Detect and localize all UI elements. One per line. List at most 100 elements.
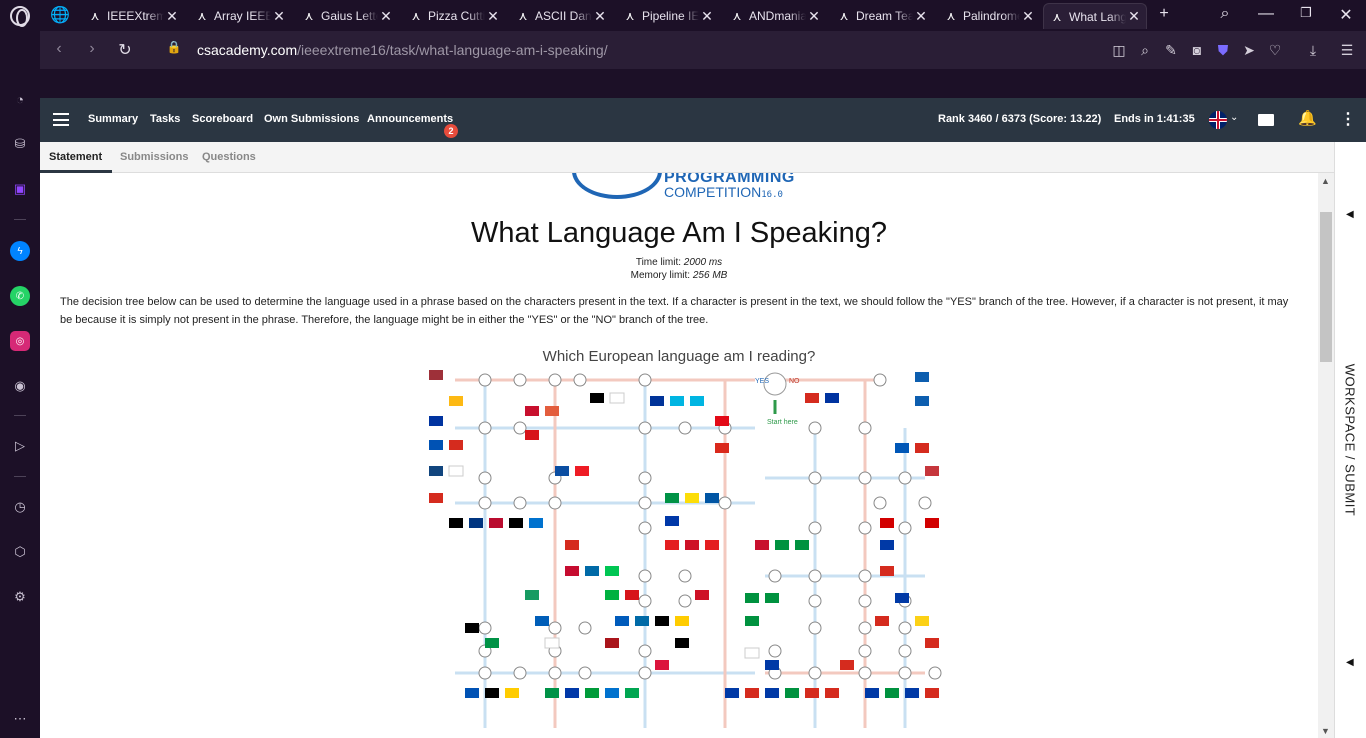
menu-icon[interactable] [53,113,69,126]
close-tab-icon[interactable]: ✕ [485,8,501,25]
character-nodes [478,373,942,680]
close-tab-icon[interactable]: ✕ [1020,8,1036,25]
close-tab-icon[interactable]: ✕ [592,8,608,25]
svg-text:NO: NO [789,378,800,385]
vpn-shield-icon[interactable]: ⛊ [1214,41,1232,59]
instagram-icon[interactable]: ◎ [10,331,30,351]
sidebar-divider [14,219,26,220]
scrollbar-thumb[interactable] [1320,212,1332,362]
ieeextreme-logo [572,173,662,199]
tab-active[interactable]: ⋏ What Language ✕ [1043,3,1147,29]
csacademy-icon: ⋏ [411,9,421,23]
tab[interactable]: ⋏ IEEEXtreme ✕ [82,3,184,29]
whatsapp-icon[interactable]: ✆ [10,286,30,306]
tab-statement[interactable]: Statement [49,151,102,163]
problem-statement: PROGRAMMING COMPETITION16.0 What Languag… [40,173,1318,738]
reader-mode-icon[interactable]: ◫ [1110,41,1128,59]
page-title: What Language Am I Speaking? [471,217,887,249]
messenger-icon[interactable]: ϟ [10,241,30,261]
csacademy-icon: ⋏ [304,9,314,23]
scroll-up-icon[interactable]: ▲ [1321,176,1330,186]
sidebar-divider [14,476,26,477]
tab[interactable]: ⋏ Gaius Letters ✕ [296,3,398,29]
language-flag-icon[interactable] [1209,111,1227,129]
browser-sidebar: ◔ ⛁ ▣ ϟ ✆ ◎ ◉ ▷ ◷ ⬡ ⚙ ⋯ [0,31,40,738]
close-tab-icon[interactable]: ✕ [164,8,180,25]
player-icon[interactable]: ▷ [10,436,30,456]
discord-icon[interactable]: ◉ [10,376,30,396]
window-close-icon[interactable]: ✕ [1336,5,1356,25]
close-tab-icon[interactable]: ✕ [1126,8,1142,25]
nav-announcements[interactable]: Announcements [367,113,453,125]
more-dots-icon[interactable]: ⋯ [10,709,30,729]
nav-tasks[interactable]: Tasks [150,113,180,125]
globe-icon[interactable]: 🌐 [50,5,70,25]
close-tab-icon[interactable]: ✕ [913,8,929,25]
tab[interactable]: ⋏ ANDmania ✕ [724,3,826,29]
minimize-icon[interactable]: — [1256,5,1276,23]
memory-limit: Memory limit: 256 MB [630,270,728,281]
csacademy-icon: ⋏ [946,9,956,23]
scroll-down-icon[interactable]: ▼ [1321,726,1330,736]
nav-own-submissions[interactable]: Own Submissions [264,113,359,125]
csacademy-icon: ⋏ [518,9,528,23]
tab[interactable]: ⋏ Pipeline IEEE ✕ [617,3,719,29]
svg-text:YES: YES [755,378,769,385]
edit-icon[interactable]: ✎ [1162,41,1180,59]
more-options-icon[interactable]: ⋮ [1340,109,1356,129]
search-tabs-icon[interactable]: ⌕ [1215,5,1235,23]
tab[interactable]: ⋏ Dream Team ✕ [831,3,933,29]
lock-icon: 🔒 [166,40,182,54]
send-icon[interactable]: ➤ [1240,41,1258,59]
reload-icon[interactable]: ↻ [115,40,135,60]
extensions-cube-icon[interactable]: ⬡ [10,542,30,562]
easy-setup-icon[interactable]: ☰ [1338,41,1356,59]
csacademy-icon: ⋏ [625,9,635,23]
statement-text: The decision tree below can be used to d… [60,296,1289,326]
collapse-arrow-icon[interactable]: ◀ [1346,209,1354,220]
contest-timer: Ends in 1:41:35 [1114,113,1195,125]
messages-envelope-icon[interactable] [1258,114,1274,126]
svg-text:Start here: Start here [767,419,798,426]
tab-questions[interactable]: Questions [202,151,256,163]
chevron-down-icon[interactable]: ⌄ [1230,112,1238,123]
opera-logo-icon[interactable] [10,6,30,27]
back-icon[interactable]: ‹ [49,40,69,58]
shopping-icon[interactable]: ⛁ [10,134,30,154]
nav-scoreboard[interactable]: Scoreboard [192,113,253,125]
heart-icon[interactable]: ♡ [1266,41,1284,59]
snapshot-camera-icon[interactable]: ◙ [1188,41,1206,59]
tab-submissions[interactable]: Submissions [120,151,188,163]
close-tab-icon[interactable]: ✕ [378,8,394,25]
workspace-submit-label[interactable]: WORKSPACE / SUBMIT [1343,364,1358,517]
tree-title: Which European language am I reading? [542,348,816,365]
tab[interactable]: ⋏ Array IEEE ✕ [189,3,291,29]
tab[interactable]: ⋏ Pizza Cutting ✕ [403,3,505,29]
announcements-badge: 2 [444,124,458,138]
notifications-bell-icon[interactable]: 🔔 [1298,109,1317,127]
forward-icon[interactable]: › [82,40,102,58]
download-icon[interactable]: ⤓ [1304,41,1322,59]
speed-dial-icon[interactable]: ◔ [10,89,30,109]
settings-gear-icon[interactable]: ⚙ [10,587,30,607]
expand-arrow-icon[interactable]: ◀ [1346,657,1354,668]
close-tab-icon[interactable]: ✕ [271,8,287,25]
csacademy-icon: ⋏ [90,9,100,23]
logo-subtext: COMPETITION16.0 [664,184,783,200]
tab[interactable]: ⋏ Palindrome ✕ [938,3,1040,29]
rank-status: Rank 3460 / 6373 (Score: 13.22) [938,113,1102,125]
csacademy-icon: ⋏ [1052,9,1062,24]
new-tab-icon[interactable]: + [1154,5,1174,23]
twitch-icon[interactable]: ▣ [10,179,30,199]
csacademy-icon: ⋏ [839,9,849,23]
language-decision-tree-image: YES NO Start here [429,370,942,728]
close-tab-icon[interactable]: ✕ [806,8,822,25]
tab[interactable]: ⋏ ASCII Dance ✕ [510,3,612,29]
nav-summary[interactable]: Summary [88,113,138,125]
browser-tab-bar: 🌐 ⋏ IEEEXtreme ✕ ⋏ Array IEEE ✕ ⋏ Gaius … [0,0,1366,31]
url-field[interactable]: csacademy.com/ieeextreme16/task/what-lan… [197,42,608,58]
lens-search-icon[interactable]: ⌕ [1136,41,1154,59]
history-icon[interactable]: ◷ [10,497,30,517]
close-tab-icon[interactable]: ✕ [699,8,715,25]
restore-icon[interactable]: ❐ [1296,5,1316,21]
